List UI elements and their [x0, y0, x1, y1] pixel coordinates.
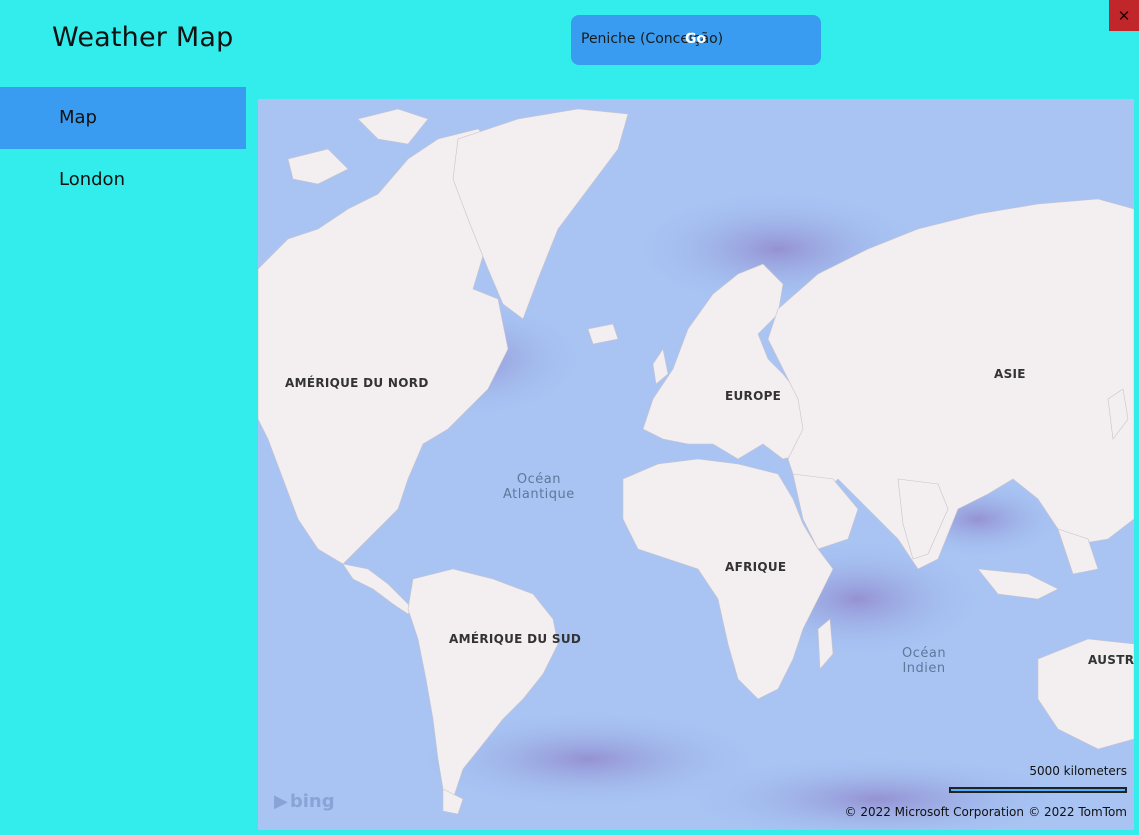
ocean-label-atlantic: Océan Atlantique [503, 472, 575, 502]
close-icon: ✕ [1117, 6, 1131, 25]
go-button[interactable]: Go [685, 31, 706, 47]
sidebar-item-london[interactable]: London [0, 149, 246, 211]
scale-bar [949, 787, 1127, 793]
sidebar-item-label: Map [59, 107, 97, 128]
bing-logo: ▶ bing [274, 791, 335, 812]
copyright-microsoft: © 2022 Microsoft Corporation [844, 805, 1024, 819]
app-title: Weather Map [52, 22, 234, 53]
continent-label-australia: AUSTRA [1088, 653, 1134, 667]
map-canvas [258, 99, 1134, 830]
continent-label-north-america: AMÉRIQUE DU NORD [285, 376, 429, 390]
close-button[interactable]: ✕ [1109, 0, 1139, 31]
continent-label-south-america: AMÉRIQUE DU SUD [449, 632, 582, 646]
scale-label: 5000 kilometers [1029, 764, 1127, 778]
sidebar-item-map[interactable]: Map [0, 87, 246, 149]
search-bar[interactable]: Peniche (Conceição) Go [571, 15, 821, 65]
continent-label-europe: EUROPE [725, 389, 782, 403]
copyright-tomtom: © 2022 TomTom [1028, 805, 1127, 819]
ocean-label-indian: Océan Indien [902, 646, 947, 676]
weather-map-window: Weather Map Peniche (Conceição) Go ✕ Map… [0, 0, 1139, 835]
bing-icon: ▶ [274, 791, 288, 812]
continent-label-africa: AFRIQUE [725, 560, 787, 574]
sidebar: Map London [0, 87, 246, 211]
sidebar-item-label: London [59, 169, 125, 190]
world-map[interactable]: AMÉRIQUE DU NORD EUROPE ASIE AFRIQUE AMÉ… [258, 99, 1134, 830]
continent-label-asia: ASIE [994, 367, 1026, 381]
